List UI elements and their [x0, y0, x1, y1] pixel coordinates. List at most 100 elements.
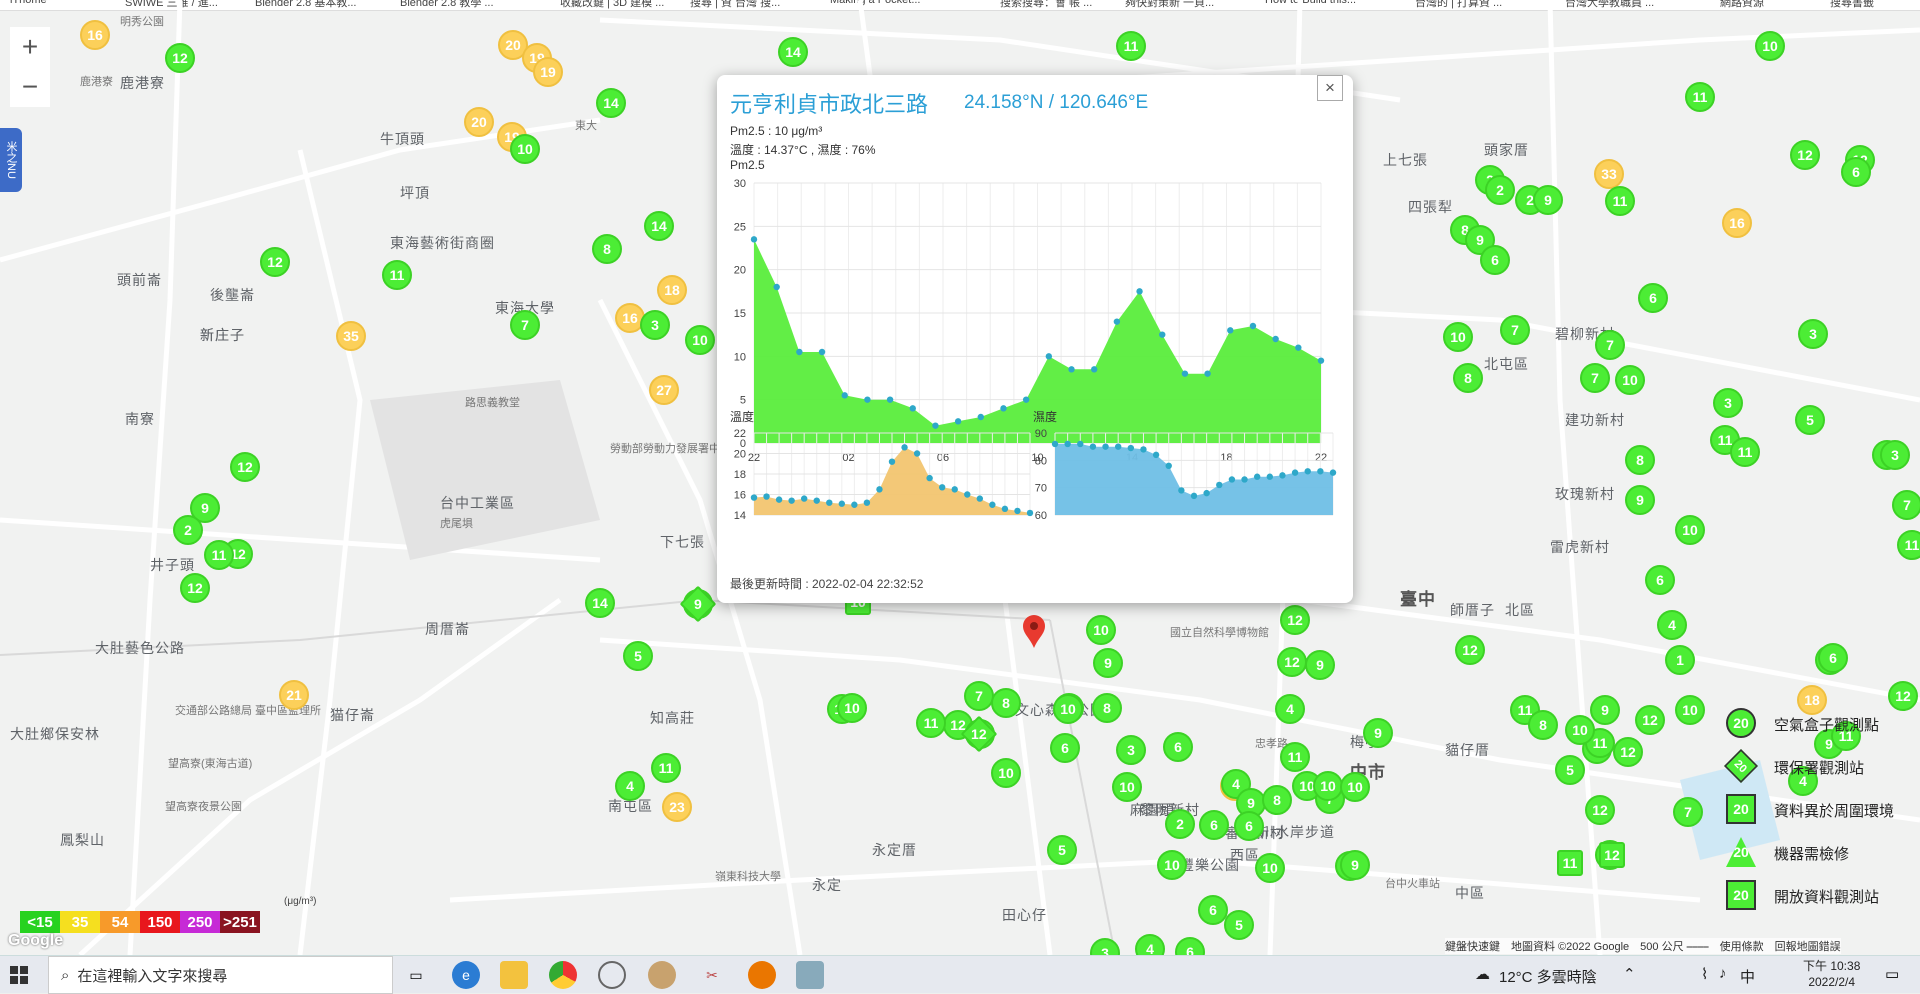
station-marker[interactable]: 6: [1234, 811, 1264, 841]
app-icon-4[interactable]: [796, 961, 824, 989]
station-marker[interactable]: 2: [173, 515, 203, 545]
station-marker[interactable]: 12: [260, 247, 290, 277]
station-marker[interactable]: 8: [1528, 710, 1558, 740]
edge-icon[interactable]: e: [452, 961, 480, 989]
station-marker[interactable]: 10: [1675, 695, 1705, 725]
task-view-icon[interactable]: ▭: [402, 961, 430, 989]
station-marker[interactable]: 12: [1635, 705, 1665, 735]
app-icon-2[interactable]: [648, 961, 676, 989]
station-marker[interactable]: 7: [510, 310, 540, 340]
station-marker[interactable]: 11: [1605, 186, 1635, 216]
station-marker[interactable]: 5: [1555, 755, 1585, 785]
map-footer[interactable]: 鍵盤快速鍵 地圖資料 ©2022 Google 500 公尺 ⎯⎯⎯⎯ 使用條款…: [1445, 938, 1841, 954]
station-marker[interactable]: 3: [1798, 319, 1828, 349]
location-pin-icon[interactable]: [1021, 614, 1047, 650]
station-marker[interactable]: 16: [1722, 208, 1752, 238]
station-marker[interactable]: 8: [1262, 785, 1292, 815]
popup-close-button[interactable]: ×: [1317, 75, 1343, 101]
station-marker[interactable]: 23: [662, 792, 692, 822]
station-marker[interactable]: 10: [837, 693, 867, 723]
station-marker[interactable]: 10: [1086, 615, 1116, 645]
station-marker[interactable]: 11: [916, 708, 946, 738]
station-marker[interactable]: 11: [204, 540, 234, 570]
network-icon[interactable]: ⌇: [1701, 965, 1708, 983]
station-marker[interactable]: 6: [1841, 157, 1871, 187]
station-marker[interactable]: 10: [1565, 715, 1595, 745]
tray-chevron-icon[interactable]: ⌃: [1623, 965, 1636, 983]
station-marker[interactable]: 5: [1795, 405, 1825, 435]
station-marker[interactable]: 10: [510, 134, 540, 164]
station-marker[interactable]: 16: [80, 20, 110, 50]
zoom-in-button[interactable]: +: [10, 27, 50, 67]
station-marker[interactable]: 21: [279, 680, 309, 710]
notification-icon[interactable]: ▭: [1885, 965, 1899, 983]
station-marker[interactable]: 18: [657, 275, 687, 305]
station-marker[interactable]: 35: [336, 321, 366, 351]
station-marker[interactable]: 8: [1092, 693, 1122, 723]
station-marker[interactable]: 7: [964, 681, 994, 711]
station-marker[interactable]: 11: [651, 753, 681, 783]
station-marker[interactable]: 10: [991, 758, 1021, 788]
open-data-station-marker[interactable]: 11: [1557, 850, 1583, 876]
station-marker[interactable]: 12: [1790, 140, 1820, 170]
station-marker[interactable]: 6: [1818, 643, 1848, 673]
station-marker[interactable]: 12: [1888, 681, 1918, 711]
chrome-icon[interactable]: [549, 961, 577, 989]
station-marker[interactable]: 14: [596, 88, 626, 118]
app-icon-3[interactable]: ✂: [698, 961, 726, 989]
station-marker[interactable]: 8: [592, 234, 622, 264]
station-marker[interactable]: 10: [1755, 31, 1785, 61]
station-marker[interactable]: 14: [585, 588, 615, 618]
station-marker[interactable]: 14: [778, 37, 808, 67]
station-marker[interactable]: 10: [1615, 365, 1645, 395]
station-marker[interactable]: 9: [1363, 718, 1393, 748]
station-marker[interactable]: 6: [1199, 810, 1229, 840]
station-marker[interactable]: 1: [1665, 645, 1695, 675]
station-marker[interactable]: 3: [640, 310, 670, 340]
station-marker[interactable]: 11: [382, 260, 412, 290]
station-marker[interactable]: 3: [1713, 388, 1743, 418]
station-marker[interactable]: 6: [1050, 733, 1080, 763]
station-marker[interactable]: 12: [165, 43, 195, 73]
station-marker[interactable]: 7: [1580, 363, 1610, 393]
station-marker[interactable]: 3: [1880, 440, 1910, 470]
station-marker[interactable]: 8: [1625, 445, 1655, 475]
station-marker[interactable]: 8: [1453, 363, 1483, 393]
blender-icon[interactable]: [748, 961, 776, 989]
station-marker[interactable]: 11: [1897, 530, 1920, 560]
station-marker[interactable]: 9: [1625, 485, 1655, 515]
open-data-station-marker[interactable]: 12: [1599, 842, 1625, 868]
station-marker[interactable]: 14: [644, 211, 674, 241]
station-marker[interactable]: 4: [1657, 610, 1687, 640]
station-marker[interactable]: 19: [533, 57, 563, 87]
station-marker[interactable]: 5: [623, 641, 653, 671]
windows-start-icon[interactable]: [10, 966, 28, 984]
station-marker[interactable]: 5: [1224, 910, 1254, 940]
station-marker[interactable]: 12: [1613, 737, 1643, 767]
side-tab[interactable]: 米之NU: [0, 128, 22, 192]
station-marker[interactable]: 11: [1730, 437, 1760, 467]
station-marker[interactable]: 11: [1685, 82, 1715, 112]
ime-indicator[interactable]: 中: [1740, 966, 1755, 987]
station-marker[interactable]: 6: [1163, 732, 1193, 762]
clock[interactable]: 下午 10:38 2022/2/4: [1803, 958, 1860, 990]
station-marker[interactable]: 12: [230, 452, 260, 482]
station-marker[interactable]: 20: [464, 107, 494, 137]
station-marker[interactable]: 7: [1673, 797, 1703, 827]
station-marker[interactable]: 33: [1594, 159, 1624, 189]
station-marker[interactable]: 2: [1485, 175, 1515, 205]
station-marker[interactable]: 10: [1255, 853, 1285, 883]
station-marker[interactable]: 2: [1165, 809, 1195, 839]
station-marker[interactable]: 4: [615, 771, 645, 801]
station-marker[interactable]: 10: [1112, 772, 1142, 802]
station-marker[interactable]: 9: [1305, 650, 1335, 680]
map[interactable]: iThome SWIWE 三維 / 進... Blender 2.8 基本教... B…: [0, 0, 1920, 955]
weather-icon[interactable]: ☁: [1475, 965, 1490, 983]
station-marker[interactable]: 7: [1595, 330, 1625, 360]
station-marker[interactable]: 27: [649, 375, 679, 405]
station-marker[interactable]: 12: [180, 573, 210, 603]
file-explorer-icon[interactable]: [500, 961, 528, 989]
station-marker[interactable]: 9: [1340, 850, 1370, 880]
station-marker[interactable]: 10: [685, 325, 715, 355]
station-marker[interactable]: 10: [1675, 515, 1705, 545]
